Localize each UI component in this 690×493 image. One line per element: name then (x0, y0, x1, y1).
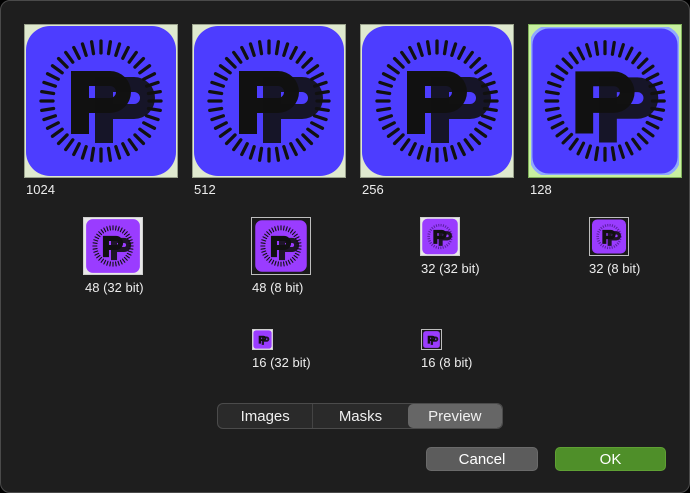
ok-button[interactable]: OK (555, 447, 666, 471)
size-label-16-32bit: 16 (32 bit) (252, 355, 311, 370)
pp-app-icon (255, 220, 307, 272)
pp-app-icon (194, 26, 344, 176)
view-mode-segmented-control: Images Masks Preview (217, 403, 503, 429)
icon-16-8bit-preview[interactable] (421, 329, 442, 350)
tab-preview[interactable]: Preview (407, 404, 502, 428)
size-label-256: 256 (362, 182, 384, 197)
pp-app-icon (423, 331, 440, 348)
size-label-32-8bit: 32 (8 bit) (589, 261, 641, 276)
pp-app-icon (86, 219, 140, 273)
icon-32-32bit-preview[interactable] (420, 217, 460, 256)
size-label-1024: 1024 (26, 182, 55, 197)
tab-images[interactable]: Images (218, 404, 312, 428)
tab-masks[interactable]: Masks (312, 404, 407, 428)
pp-app-icon (531, 27, 679, 175)
icon-48-8bit-preview[interactable] (251, 217, 311, 275)
size-label-16-8bit: 16 (8 bit) (421, 355, 473, 370)
size-label-512: 512 (194, 182, 216, 197)
size-label-48-32bit: 48 (32 bit) (85, 280, 144, 295)
cancel-button[interactable]: Cancel (426, 447, 538, 471)
size-label-32-32bit: 32 (32 bit) (421, 261, 480, 276)
pp-app-icon (362, 26, 512, 176)
icon-32-8bit-preview[interactable] (589, 217, 629, 256)
icon-1024-preview[interactable] (24, 24, 178, 178)
icon-512-preview[interactable] (192, 24, 346, 178)
icon-128-preview[interactable] (528, 24, 682, 178)
icon-256-preview[interactable] (360, 24, 514, 178)
icon-48-32bit-preview[interactable] (83, 217, 143, 275)
pp-app-icon (422, 218, 458, 255)
pp-app-icon (253, 330, 272, 349)
icon-preview-dialog: 1024 512 256 128 48 (32 bit) 48 (8 bit) … (0, 0, 690, 493)
icon-16-32bit-preview[interactable] (252, 329, 273, 350)
size-label-128: 128 (530, 182, 552, 197)
pp-app-icon (26, 26, 176, 176)
size-label-48-8bit: 48 (8 bit) (252, 280, 304, 295)
pp-app-icon (591, 219, 627, 254)
